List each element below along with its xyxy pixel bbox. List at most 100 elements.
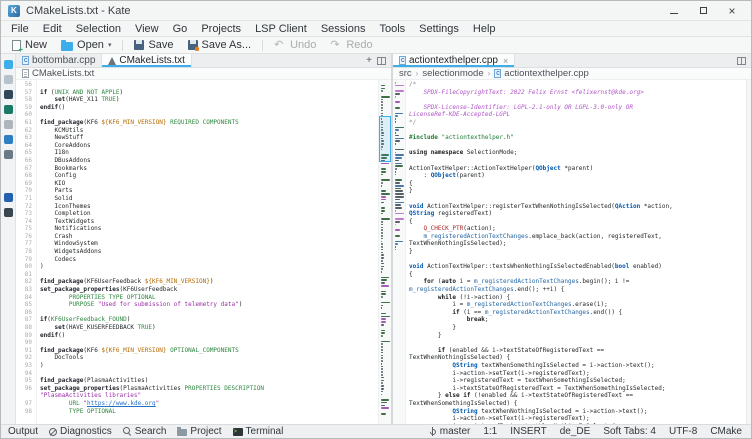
- minimap-line: [381, 310, 389, 312]
- menu-settings[interactable]: Settings: [412, 21, 466, 37]
- line-number: 86: [16, 309, 32, 317]
- code-line: #include "actiontexthelper.h": [409, 134, 746, 142]
- left-minimap-scrollbar[interactable]: [378, 80, 391, 424]
- statusbar: Output Diagnostics Search Project Terminal m…: [1, 424, 751, 438]
- external-tools-tool-button[interactable]: [1, 205, 15, 220]
- line-number: 56: [16, 81, 32, 89]
- terminal-icon: [233, 428, 243, 436]
- build-output-tool-button[interactable]: [1, 190, 15, 205]
- status-insert[interactable]: INSERT: [510, 426, 547, 437]
- status-label: de_DE: [560, 426, 591, 437]
- minimap-line: [381, 335, 383, 337]
- status-de-de[interactable]: de_DE: [560, 426, 591, 437]
- line-number: 98: [16, 408, 32, 416]
- panel-label: Diagnostics: [60, 426, 112, 437]
- minimap-line: [395, 235, 400, 237]
- minimap-view-indicator[interactable]: [379, 116, 391, 162]
- save-icon: [134, 40, 144, 50]
- split-view-icon-button[interactable]: [737, 57, 746, 65]
- minimap-line: [381, 277, 389, 279]
- code-line: SPDX-FileCopyrightText: 2022 Felix Ernst…: [409, 89, 746, 97]
- documents-tool-button[interactable]: [1, 57, 15, 72]
- code-line: QString textWhenSomethingIsSelected = i-…: [409, 362, 746, 370]
- line-number: 96: [16, 385, 32, 393]
- status-master[interactable]: master: [429, 426, 471, 437]
- menu-projects[interactable]: Projects: [194, 21, 248, 37]
- minimap-line: [381, 227, 383, 229]
- tab-cmakelists-txt[interactable]: CMakeLists.txt: [102, 54, 192, 67]
- status-utf-8[interactable]: UTF-8: [669, 426, 697, 437]
- minimap-line: [395, 143, 396, 145]
- filesystem-browser-tool-button[interactable]: [1, 72, 15, 87]
- menu-sessions[interactable]: Sessions: [314, 21, 373, 37]
- save-button[interactable]: Save: [128, 38, 179, 53]
- breadcrumb-src[interactable]: src: [399, 68, 412, 79]
- plus-icon-button[interactable]: [366, 55, 372, 66]
- panel-button-diagnostics[interactable]: Diagnostics: [49, 426, 112, 437]
- panel-button-output[interactable]: Output: [8, 426, 38, 437]
- breadcrumb-selectionmode[interactable]: selectionmode: [422, 68, 483, 79]
- undo-label: Undo: [290, 39, 316, 51]
- panel-button-terminal[interactable]: Terminal: [233, 426, 284, 437]
- minimap-line: [395, 88, 403, 90]
- line-number: 90: [16, 339, 32, 347]
- right-minimap-scrollbar[interactable]: [393, 80, 406, 424]
- line-number: 57: [16, 89, 32, 97]
- status-soft-tabs-4[interactable]: Soft Tabs: 4: [603, 426, 656, 437]
- menu-selection[interactable]: Selection: [69, 21, 128, 37]
- menu-go[interactable]: Go: [166, 21, 195, 37]
- undo-button[interactable]: Undo: [268, 38, 322, 53]
- minimap-line: [395, 121, 396, 123]
- split-view-icon-button[interactable]: [377, 57, 386, 65]
- minimap-line: [381, 93, 389, 95]
- snippets-tool-button[interactable]: [1, 147, 15, 162]
- breadcrumb-actiontexthelper-cpp[interactable]: actiontexthelper.cpp: [494, 68, 589, 79]
- menu-edit[interactable]: Edit: [36, 21, 69, 37]
- tab-bottombar-cpp[interactable]: bottombar.cpp: [16, 54, 102, 67]
- kate-app-icon: [8, 5, 20, 17]
- close-tab-icon[interactable]: ×: [503, 56, 508, 66]
- minimize-button[interactable]: [668, 5, 680, 17]
- menu-help[interactable]: Help: [466, 21, 503, 37]
- line-number: 58: [16, 96, 32, 104]
- minimap-line: [381, 85, 385, 87]
- redo-button[interactable]: Redo: [324, 38, 378, 53]
- save-as-button[interactable]: Save As...: [182, 38, 258, 53]
- minimap-line: [381, 338, 389, 340]
- minimap-line: [395, 168, 397, 170]
- projects-side-tool-button[interactable]: [1, 132, 15, 147]
- status-1-1[interactable]: 1:1: [483, 426, 497, 437]
- close-window-button[interactable]: ×: [726, 5, 738, 17]
- new-button[interactable]: New: [6, 38, 53, 53]
- breadcrumb-label: selectionmode: [422, 68, 483, 79]
- open-button[interactable]: Open▾: [55, 38, 117, 53]
- menu-lsp-client[interactable]: LSP Client: [248, 21, 314, 37]
- minimap-line: [395, 157, 402, 159]
- minimap-line: [381, 399, 389, 401]
- minimap-line: [395, 160, 399, 162]
- line-number: 65: [16, 149, 32, 157]
- minimap-line: [381, 316, 390, 318]
- minimap-line: [381, 254, 384, 256]
- minimap-line: [381, 179, 390, 181]
- bookmarks-tool-button[interactable]: [1, 87, 15, 102]
- right-scrollbar[interactable]: [746, 80, 751, 424]
- right-code-area[interactable]: /* SPDX-FileCopyrightText: 2022 Felix Er…: [406, 80, 746, 424]
- tab-actiontexthelper-cpp[interactable]: actiontexthelper.cpp×: [393, 54, 515, 67]
- menu-view[interactable]: View: [128, 21, 166, 37]
- breadcrumb-cmakelists-txt[interactable]: CMakeLists.txt: [22, 68, 94, 79]
- maximize-button[interactable]: [697, 5, 709, 17]
- minimap-line: [381, 113, 383, 115]
- minimap-line: [381, 190, 386, 192]
- menu-tools[interactable]: Tools: [372, 21, 412, 37]
- status-cmake[interactable]: CMake: [710, 426, 742, 437]
- kate-window: CMakeLists.txt - Kate × FileEditSelectio…: [0, 0, 752, 439]
- left-code-area[interactable]: if (UNIX AND NOT APPLE) set(HAVE_X11 TRU…: [37, 80, 378, 424]
- panel-button-project[interactable]: Project: [177, 426, 221, 437]
- code-line: find_package(PlasmaActivities): [40, 377, 378, 385]
- menu-file[interactable]: File: [4, 21, 36, 37]
- panel-button-search[interactable]: Search: [123, 426, 167, 437]
- minimap-line: [381, 185, 382, 187]
- search-replace-tool-button[interactable]: [1, 117, 15, 132]
- terminal-side-tool-button[interactable]: [1, 102, 15, 117]
